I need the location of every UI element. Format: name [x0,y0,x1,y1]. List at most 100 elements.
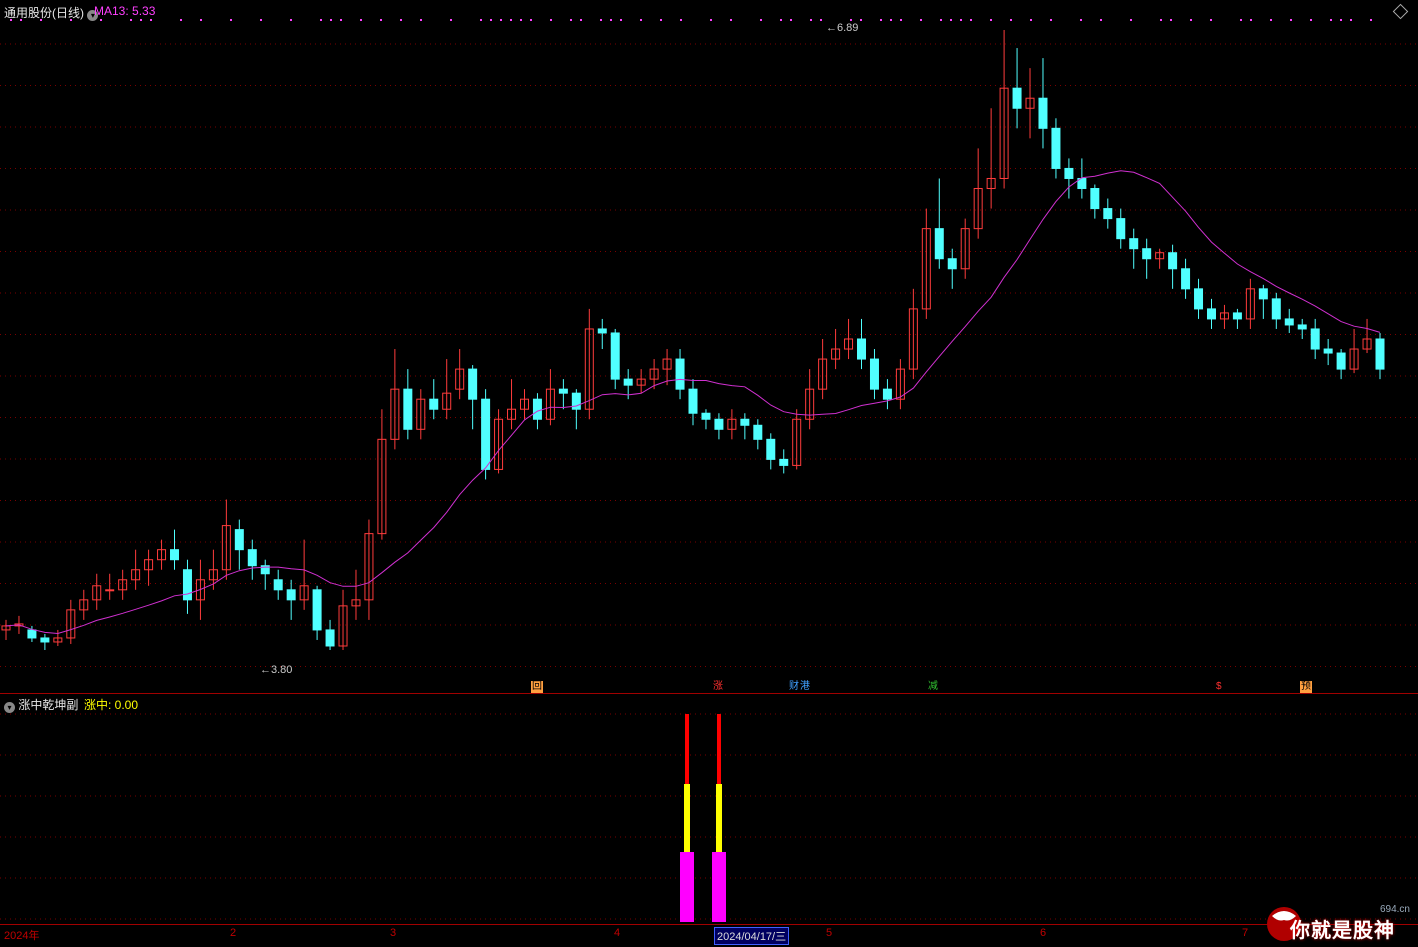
top-dot [940,19,942,21]
candle-body [1129,238,1139,250]
top-dot [880,19,882,21]
top-dot [1010,19,1012,21]
chart-title: 通用股份(日线) ▾ [4,4,99,21]
candle-body [1142,248,1152,260]
price-chart[interactable] [0,0,1418,694]
candle-body [27,629,37,639]
ma-legend: MA13: 5.33 [94,4,156,18]
top-dot [900,19,902,21]
candle-body [170,549,180,561]
indicator-yellow-bar [716,784,722,852]
top-dot [510,19,512,21]
signal-mark-zhang[interactable]: 涨 [712,681,724,693]
top-dot [580,19,582,21]
top-dot [1270,19,1272,21]
signal-mark-yu[interactable]: 预 [1300,681,1312,693]
top-dot [570,19,572,21]
indicator-red-bar [717,714,721,784]
candle-body [597,328,607,334]
signal-mark-jian[interactable]: 减 [927,681,939,693]
signal-mark-hui[interactable]: 回 [531,681,543,693]
top-dot [340,19,342,21]
candle-body [312,589,322,631]
signal-mark-gang[interactable]: 港 [799,681,811,693]
indicator-red-bar [685,714,689,784]
logo-text: 你就是股神 [1290,920,1395,942]
top-dot [140,19,142,21]
top-dot [1170,19,1172,21]
top-dot [1050,19,1052,21]
top-dot [760,19,762,21]
candle-body [701,412,711,420]
top-dot [1030,19,1032,21]
top-dot [530,19,532,21]
candle-body [1323,348,1333,354]
top-dot [320,19,322,21]
candle-body [740,418,750,426]
low-price-label: ←3.80 [260,664,293,676]
candle-body [869,358,879,390]
candle-body [1038,97,1048,129]
candle-body [105,589,115,592]
top-dot [640,19,642,21]
top-dot [1130,19,1132,21]
top-dot [490,19,492,21]
candle-body [1206,308,1216,320]
top-dot [610,19,612,21]
top-dot [1350,19,1352,21]
top-dot [150,19,152,21]
top-dot [380,19,382,21]
top-dot [790,19,792,21]
top-dot [1240,19,1242,21]
x-label-jul: 7 [1242,927,1249,939]
top-dot [950,19,952,21]
indicator-magenta-bar [680,852,694,922]
top-dot [500,19,502,21]
candle-body [766,438,776,460]
candle-body [481,398,491,470]
candle-body [1181,268,1191,290]
candle-body [182,569,192,601]
top-dot [230,19,232,21]
top-dot [290,19,292,21]
signal-mark-dollar[interactable]: $ [1215,681,1223,693]
candle-body [1310,328,1320,350]
candle-body [273,579,283,591]
top-dot [100,19,102,21]
top-dot [730,19,732,21]
top-dot [1160,19,1162,21]
candle-body [882,388,892,400]
top-dot [680,19,682,21]
candle-body [1284,318,1294,326]
candle-body [325,629,335,647]
top-dot [850,19,852,21]
candle-body [610,332,620,380]
top-dot [1310,19,1312,21]
candle-body [1051,127,1061,169]
brand-logo: 694.cn 你就是股神 [1264,900,1414,944]
low-price-value: 3.80 [271,664,293,676]
top-dot [130,19,132,21]
top-dot [1250,19,1252,21]
top-dot [400,19,402,21]
top-dot [330,19,332,21]
candle-body [403,388,413,430]
candle-body [1168,252,1178,270]
candle-body [675,358,685,390]
top-dot [520,19,522,21]
candle-body [1232,312,1242,320]
candle-body [1194,288,1204,310]
candle-body [1271,298,1281,320]
candle-body [468,368,478,400]
candle-body [753,424,763,440]
top-dot [990,19,992,21]
indicator-chart[interactable] [0,694,1418,924]
candle-body [247,549,257,567]
x-label-jun: 6 [1040,927,1047,939]
top-dot [960,19,962,21]
x-label-year: 2024年 [4,930,40,942]
top-dot [820,19,822,21]
x-axis: 2024年 2 3 4 2024/04/17/三 5 6 7 [0,924,1418,947]
top-dot [1190,19,1192,21]
indicator-yellow-bar [684,784,690,852]
